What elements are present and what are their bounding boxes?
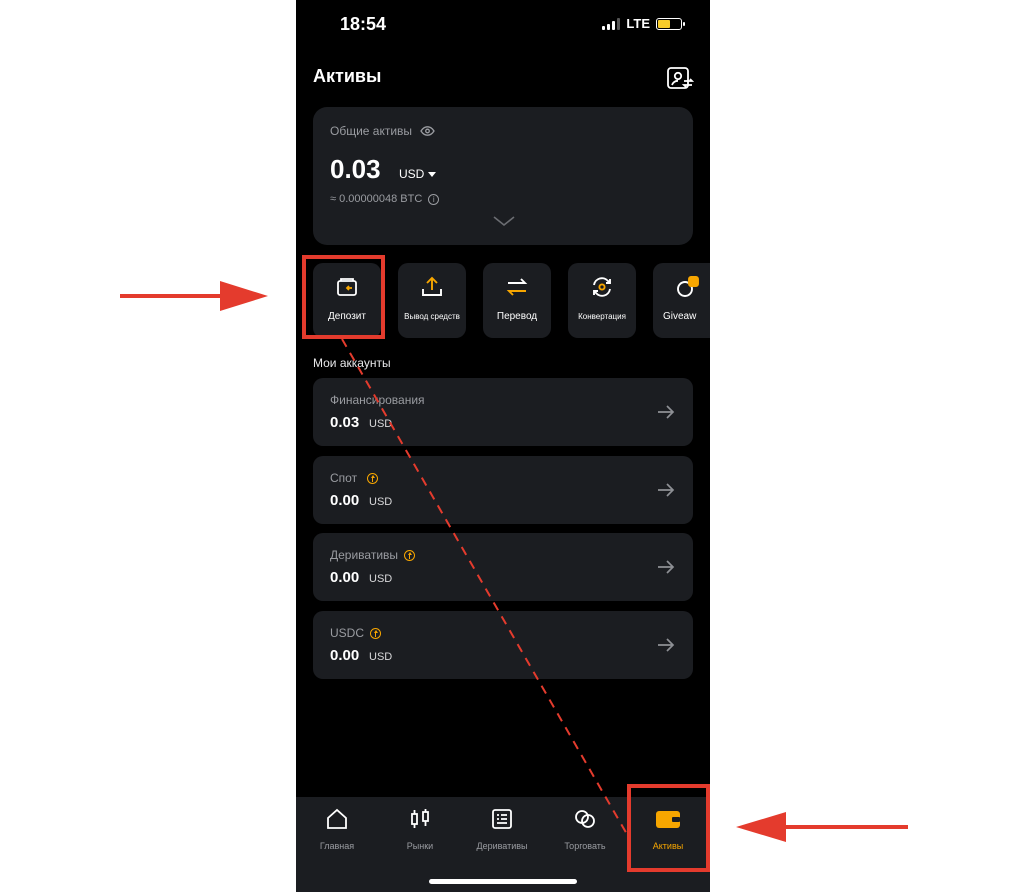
dashed-connector-line (341, 338, 629, 837)
annotation-arrows (120, 281, 908, 842)
left-arrow-pointer-icon (120, 281, 268, 311)
right-arrow-pointer-icon (736, 812, 908, 842)
